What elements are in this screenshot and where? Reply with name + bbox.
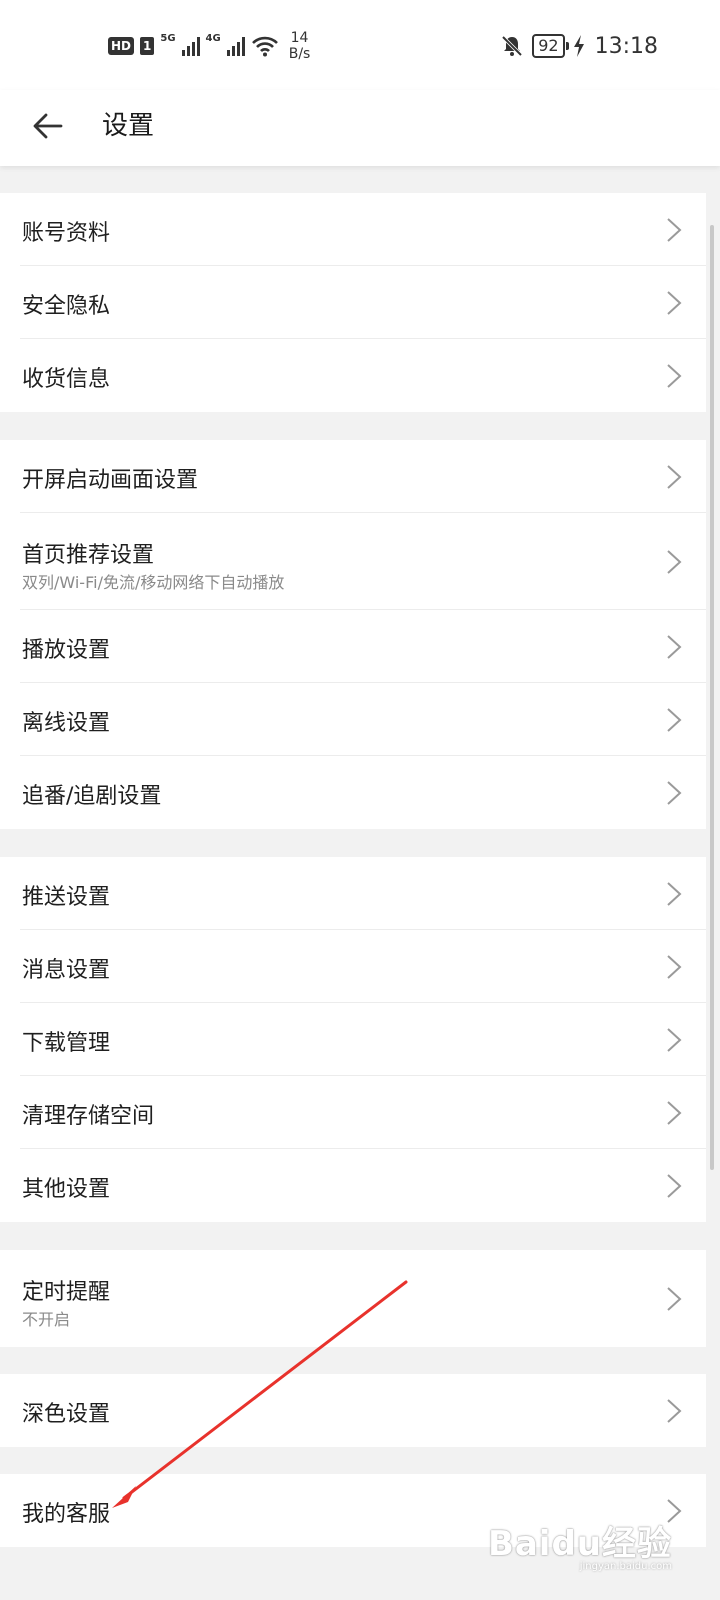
- settings-item-label: 安全隐私: [22, 294, 111, 319]
- settings-group-reminder: 定时提醒 不开启: [0, 1250, 706, 1347]
- chevron-right-icon: [667, 291, 682, 315]
- network-speed: 14 B/s: [289, 30, 311, 62]
- network-type-label: 5G: [160, 32, 176, 44]
- settings-item-account-profile[interactable]: 账号资料: [0, 193, 706, 266]
- settings-item-label: 我的客服: [22, 1502, 111, 1527]
- mute-bell-icon: [501, 35, 523, 57]
- settings-item-label: 定时提醒: [22, 1280, 111, 1305]
- settings-item-label: 清理存储空间: [22, 1104, 155, 1129]
- chevron-right-icon: [667, 1101, 682, 1125]
- chevron-right-icon: [667, 781, 682, 805]
- network-speed-value: 14: [290, 30, 309, 46]
- signal-strength-icon: [181, 37, 200, 56]
- chevron-right-icon: [667, 708, 682, 732]
- hd-voice-icon: HD: [108, 37, 135, 55]
- chevron-right-icon: [667, 955, 682, 979]
- chevron-right-icon: [667, 882, 682, 906]
- settings-group-account: 账号资料 安全隐私 收货信息: [0, 193, 706, 412]
- settings-item-label: 开屏启动画面设置: [22, 468, 199, 493]
- settings-item-label: 深色设置: [22, 1402, 111, 1427]
- settings-item-security-privacy[interactable]: 安全隐私: [0, 266, 706, 339]
- settings-item-label: 推送设置: [22, 885, 111, 910]
- wifi-icon: [251, 36, 278, 57]
- settings-item-label: 收货信息: [22, 367, 111, 392]
- settings-item-clear-storage[interactable]: 清理存储空间: [0, 1076, 706, 1149]
- settings-item-subtitle: 双列/Wi-Fi/免流/移动网络下自动播放: [22, 573, 285, 592]
- settings-item-label: 消息设置: [22, 958, 111, 983]
- settings-item-subtitle: 不开启: [22, 1310, 71, 1329]
- network-type-label: 4G: [205, 32, 221, 44]
- settings-item-other[interactable]: 其他设置: [0, 1149, 706, 1222]
- status-bar-right: 92 13:18: [500, 28, 658, 64]
- settings-item-offline[interactable]: 离线设置: [0, 683, 706, 756]
- battery-indicator: 92: [532, 34, 570, 58]
- chevron-right-icon: [667, 1028, 682, 1052]
- charging-icon: [573, 35, 584, 57]
- chevron-right-icon: [667, 218, 682, 242]
- settings-item-label: 播放设置: [22, 638, 111, 663]
- chevron-right-icon: [667, 550, 682, 574]
- settings-item-label: 其他设置: [22, 1177, 111, 1202]
- settings-item-label: 离线设置: [22, 711, 111, 736]
- settings-item-playback[interactable]: 播放设置: [0, 610, 706, 683]
- network-speed-unit: B/s: [288, 46, 311, 62]
- settings-group-appearance: 深色设置: [0, 1374, 706, 1447]
- settings-item-home-recommend[interactable]: 首页推荐设置 双列/Wi-Fi/免流/移动网络下自动播放: [0, 513, 706, 610]
- settings-group-general: 推送设置 消息设置 下载管理 清理存储空间 其他设置: [0, 857, 706, 1222]
- settings-item-label: 追番/追剧设置: [22, 784, 162, 809]
- baidu-watermark: Baidu经验 jingyan.baidu.com: [488, 1516, 672, 1572]
- back-button[interactable]: [26, 104, 70, 148]
- settings-item-dark-mode[interactable]: 深色设置: [0, 1374, 706, 1447]
- watermark-logo: Baidu经验: [487, 1524, 672, 1564]
- chevron-right-icon: [667, 465, 682, 489]
- settings-item-follow-series[interactable]: 追番/追剧设置: [0, 756, 706, 829]
- chevron-right-icon: [667, 1174, 682, 1198]
- chevron-right-icon: [667, 635, 682, 659]
- signal-strength-icon: [226, 37, 245, 56]
- settings-item-push[interactable]: 推送设置: [0, 857, 706, 930]
- back-arrow-icon: [33, 113, 63, 139]
- clock: 13:18: [594, 33, 658, 59]
- settings-item-splash-screen[interactable]: 开屏启动画面设置: [0, 440, 706, 513]
- settings-item-label: 账号资料: [22, 221, 111, 246]
- chevron-right-icon: [667, 1399, 682, 1423]
- scrollbar[interactable]: [710, 225, 714, 1170]
- chevron-right-icon: [667, 1287, 682, 1311]
- settings-item-shipping-info[interactable]: 收货信息: [0, 339, 706, 412]
- sim-icon: 1: [140, 37, 155, 55]
- app-header: 设置: [0, 90, 720, 166]
- settings-item-label: 首页推荐设置: [22, 543, 155, 568]
- status-bar: HD 1 5G 4G 14 B/s 92 13:18: [0, 0, 720, 90]
- settings-item-label: 下载管理: [22, 1031, 111, 1056]
- settings-item-messages[interactable]: 消息设置: [0, 930, 706, 1003]
- chevron-right-icon: [667, 364, 682, 388]
- settings-item-downloads[interactable]: 下载管理: [0, 1003, 706, 1076]
- page-title: 设置: [102, 111, 155, 141]
- status-bar-left: HD 1 5G 4G 14 B/s: [108, 28, 310, 64]
- settings-item-timed-reminder[interactable]: 定时提醒 不开启: [0, 1250, 706, 1347]
- settings-group-playback: 开屏启动画面设置 首页推荐设置 双列/Wi-Fi/免流/移动网络下自动播放 播放…: [0, 440, 706, 829]
